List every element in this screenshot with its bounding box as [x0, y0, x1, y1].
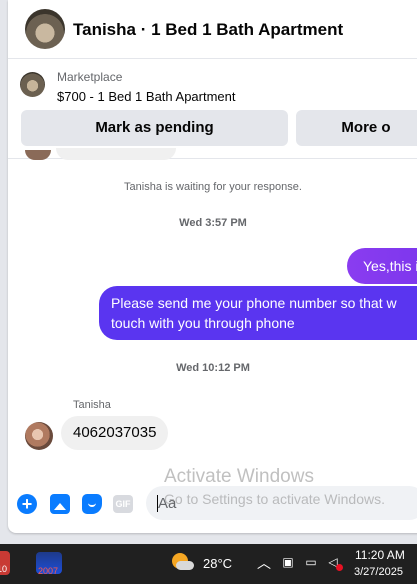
message-timestamp: Wed 10:12 PM: [176, 362, 250, 374]
mark-as-pending-button[interactable]: Mark as pending: [21, 110, 288, 146]
taskbar-app[interactable]: 10: [0, 551, 10, 575]
incoming-message[interactable]: 4062037035: [61, 416, 169, 450]
weather-icon[interactable]: [172, 553, 194, 571]
chat-header: Tanisha · 1 Bed 1 Bath Apartment: [8, 0, 417, 59]
sticker-icon[interactable]: [82, 494, 102, 514]
clock-date[interactable]: 3/27/2025: [354, 566, 403, 578]
outgoing-message[interactable]: Please send me your phone number so that…: [99, 286, 417, 340]
outgoing-message[interactable]: Yes,this is: [347, 248, 417, 284]
chevron-up-icon[interactable]: ︿: [257, 553, 271, 573]
sender-name: Tanisha: [73, 399, 111, 411]
mute-indicator-icon: [336, 564, 343, 571]
activation-watermark-subtitle: Go to Settings to activate Windows.: [164, 491, 385, 507]
clock-time[interactable]: 11:20 AM: [355, 548, 405, 562]
marketplace-card: Marketplace $700 - 1 Bed 1 Bath Apartmen…: [8, 59, 417, 159]
taskbar-app-label: 10: [0, 564, 8, 574]
message-timestamp: Wed 3:57 PM: [179, 217, 247, 229]
listing-title[interactable]: $700 - 1 Bed 1 Bath Apartment: [57, 89, 236, 104]
network-icon[interactable]: ▭: [304, 555, 318, 569]
waiting-notice: Tanisha is waiting for your response.: [124, 181, 302, 193]
previous-message-bubble: [56, 148, 176, 160]
device-icon[interactable]: ▣: [281, 555, 295, 569]
sender-avatar[interactable]: [25, 422, 53, 450]
listing-thumbnail[interactable]: [20, 72, 45, 97]
marketplace-label: Marketplace: [57, 70, 123, 84]
chat-title[interactable]: Tanisha · 1 Bed 1 Bath Apartment: [73, 20, 343, 40]
taskbar-app-label: 2007: [38, 566, 59, 576]
gif-icon[interactable]: GIF: [113, 495, 133, 513]
temperature[interactable]: 28°C: [203, 556, 232, 571]
taskbar: 10 2007 28°C ︿ ▣ ▭ ◁ 11:20 AM 3/27/2025: [0, 544, 417, 584]
chat-panel: Tanisha · 1 Bed 1 Bath Apartment Marketp…: [8, 0, 417, 533]
plus-icon[interactable]: +: [17, 494, 37, 514]
image-icon[interactable]: [50, 494, 70, 514]
activation-watermark-title: Activate Windows: [164, 466, 314, 487]
more-options-button[interactable]: More o: [296, 110, 417, 146]
contact-avatar[interactable]: [25, 9, 65, 49]
